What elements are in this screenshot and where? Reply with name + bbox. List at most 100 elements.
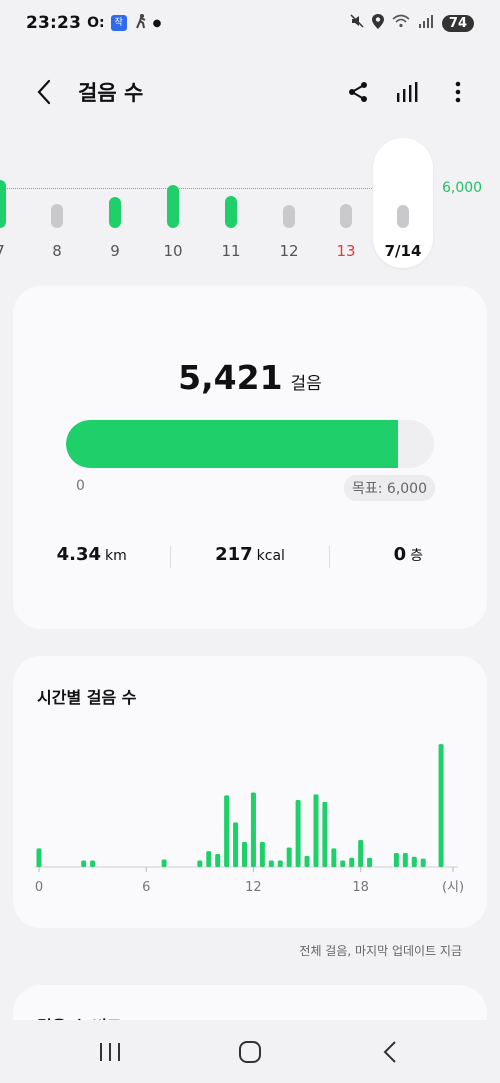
- day-column-8[interactable]: 8: [32, 130, 82, 270]
- day-label: 7: [0, 242, 25, 260]
- hour-bar: [233, 822, 239, 867]
- home-icon: [239, 1040, 261, 1063]
- hour-bar: [393, 853, 399, 867]
- hour-bar: [349, 857, 355, 867]
- day-bar: [397, 205, 409, 228]
- x-tick-label: (시): [442, 880, 464, 895]
- signal-icon: [418, 14, 434, 32]
- distance-unit: km: [105, 548, 127, 564]
- mute-icon: [350, 14, 364, 32]
- calories-stat: 217 kcal: [171, 544, 328, 568]
- day-label: 8: [52, 242, 62, 260]
- update-footnote: 전체 걸음, 마지막 업데이트 지금: [299, 944, 462, 958]
- share-icon: [349, 82, 367, 102]
- hour-bar: [367, 857, 373, 867]
- hour-bar: [286, 847, 292, 867]
- day-column-7-14[interactable]: 7/14: [373, 130, 433, 270]
- hour-bar: [420, 858, 426, 867]
- back-icon: [383, 1040, 396, 1063]
- hour-bar: [197, 860, 203, 867]
- steps-progress-fill: [66, 420, 399, 468]
- x-tick-label: 0: [35, 880, 43, 895]
- hour-bar: [259, 841, 265, 867]
- day-label: 10: [163, 242, 183, 260]
- hour-bar: [215, 853, 221, 867]
- day-label: 7/14: [384, 242, 422, 260]
- recents-button[interactable]: [80, 1027, 140, 1077]
- hour-bar: [277, 860, 283, 867]
- calories-unit: kcal: [256, 548, 285, 564]
- day-bar: [51, 204, 63, 228]
- hour-bar: [268, 860, 274, 867]
- trends-button[interactable]: [390, 74, 426, 110]
- hour-bar: [90, 860, 96, 867]
- hour-bar: [331, 848, 337, 867]
- day-label: 11: [221, 242, 241, 260]
- day-bar: [167, 184, 179, 228]
- more-icon: [455, 81, 461, 103]
- status-bar: 23:23 O: 작 ● 74: [0, 0, 500, 46]
- hour-bar: [411, 856, 417, 867]
- hourly-steps-chart: 0 6 12 18 (시): [35, 744, 464, 895]
- day-column-13[interactable]: 13: [321, 130, 371, 270]
- calendar-badge-icon: 작: [110, 15, 127, 31]
- hour-bar: [250, 792, 256, 867]
- app-bar: 걸음 수: [0, 66, 500, 118]
- goal-badge: 목표: 6,000: [343, 475, 435, 501]
- back-button[interactable]: [24, 72, 64, 112]
- day-label: 13: [336, 242, 356, 260]
- hourly-steps-card[interactable]: 시간별 걸음 수 0 6 12 18 (시): [13, 656, 487, 928]
- day-column-12[interactable]: 12: [264, 130, 314, 270]
- distance-stat: 4.34 km: [13, 544, 170, 568]
- day-bar: [0, 180, 6, 228]
- wifi-icon: [392, 14, 410, 32]
- day-column-7[interactable]: 7: [0, 130, 25, 270]
- steps-unit: 걸음: [290, 374, 322, 394]
- hour-bar: [358, 840, 364, 867]
- hour-bar: [242, 841, 247, 867]
- day-bar: [340, 204, 352, 228]
- steps-progress-bar: [66, 420, 434, 468]
- figure-icon: [133, 13, 147, 33]
- nav-back-button[interactable]: [360, 1027, 420, 1077]
- share-button[interactable]: [340, 74, 376, 110]
- hour-bar: [295, 799, 301, 867]
- location-icon: [371, 13, 384, 33]
- oo-icon: O:: [87, 15, 105, 31]
- hour-bar: [402, 853, 408, 867]
- steps-count: 5,421: [178, 358, 283, 397]
- hour-bar: [313, 794, 319, 867]
- recents-icon: [100, 1042, 120, 1061]
- day-bar: [225, 196, 237, 228]
- day-column-11[interactable]: 11: [206, 130, 256, 270]
- hour-bar: [161, 859, 167, 867]
- progress-min-label: 0: [76, 478, 85, 494]
- calories-value: 217: [215, 544, 253, 565]
- more-options-button[interactable]: [440, 74, 476, 110]
- x-tick-label: 12: [245, 880, 262, 895]
- floors-stat: 0층: [330, 544, 487, 568]
- hour-bar: [438, 744, 444, 867]
- hour-bar: [36, 848, 42, 867]
- day-label: 12: [279, 242, 299, 260]
- battery-indicator: 74: [441, 14, 474, 32]
- steps-summary-card: 5,421 걸음 0 목표: 6,000 4.34 km 217 kcal 0층: [13, 286, 487, 629]
- day-column-10[interactable]: 10: [148, 130, 198, 270]
- day-column-9[interactable]: 9: [90, 130, 140, 270]
- floors-value: 0: [393, 544, 407, 565]
- bar-chart-icon: [397, 82, 418, 102]
- dot-icon: ●: [152, 17, 162, 29]
- hour-bar: [81, 860, 87, 867]
- x-tick-label: 18: [352, 880, 369, 895]
- floors-unit: 층: [410, 548, 424, 564]
- status-time: 23:23: [26, 13, 82, 33]
- system-nav-bar: [0, 1020, 500, 1083]
- hour-bar: [322, 801, 328, 867]
- hour-bar: [224, 795, 230, 867]
- hour-bar: [206, 851, 212, 867]
- chevron-left-icon: [37, 79, 51, 105]
- home-button[interactable]: [220, 1027, 280, 1077]
- x-tick-label: 6: [142, 880, 150, 895]
- day-bar: [109, 197, 121, 228]
- week-strip: 6,000 7 8 9 10 11 12 13 7/14: [0, 130, 500, 280]
